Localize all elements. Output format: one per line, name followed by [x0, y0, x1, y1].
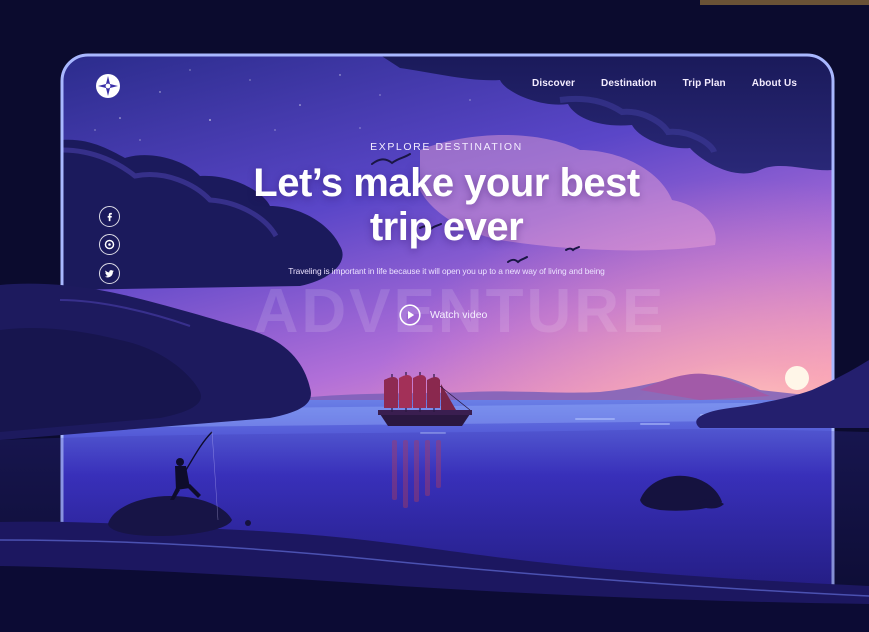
- watch-video-label: Watch video: [430, 309, 488, 321]
- headline-line-1: Let’s make your best: [253, 161, 640, 205]
- page: Discover Destination Trip Plan About Us …: [0, 0, 869, 632]
- nav-about-us[interactable]: About Us: [752, 78, 797, 89]
- headline-line-2: trip ever: [369, 205, 524, 249]
- nav-discover[interactable]: Discover: [532, 78, 575, 89]
- nav-destination[interactable]: Destination: [601, 78, 657, 89]
- watch-video-button[interactable]: Watch video: [399, 304, 487, 326]
- logo-compass-icon[interactable]: [95, 73, 121, 99]
- main-nav: Discover Destination Trip Plan About Us: [532, 78, 797, 89]
- hero-eyebrow: EXPLORE DESTINATION: [370, 141, 523, 153]
- play-icon: [399, 304, 421, 326]
- hero-tagline: Traveling is important in life because i…: [288, 266, 605, 276]
- nav-trip-plan[interactable]: Trip Plan: [683, 78, 726, 89]
- hero-headline: Let’s make your best trip ever: [0, 161, 869, 249]
